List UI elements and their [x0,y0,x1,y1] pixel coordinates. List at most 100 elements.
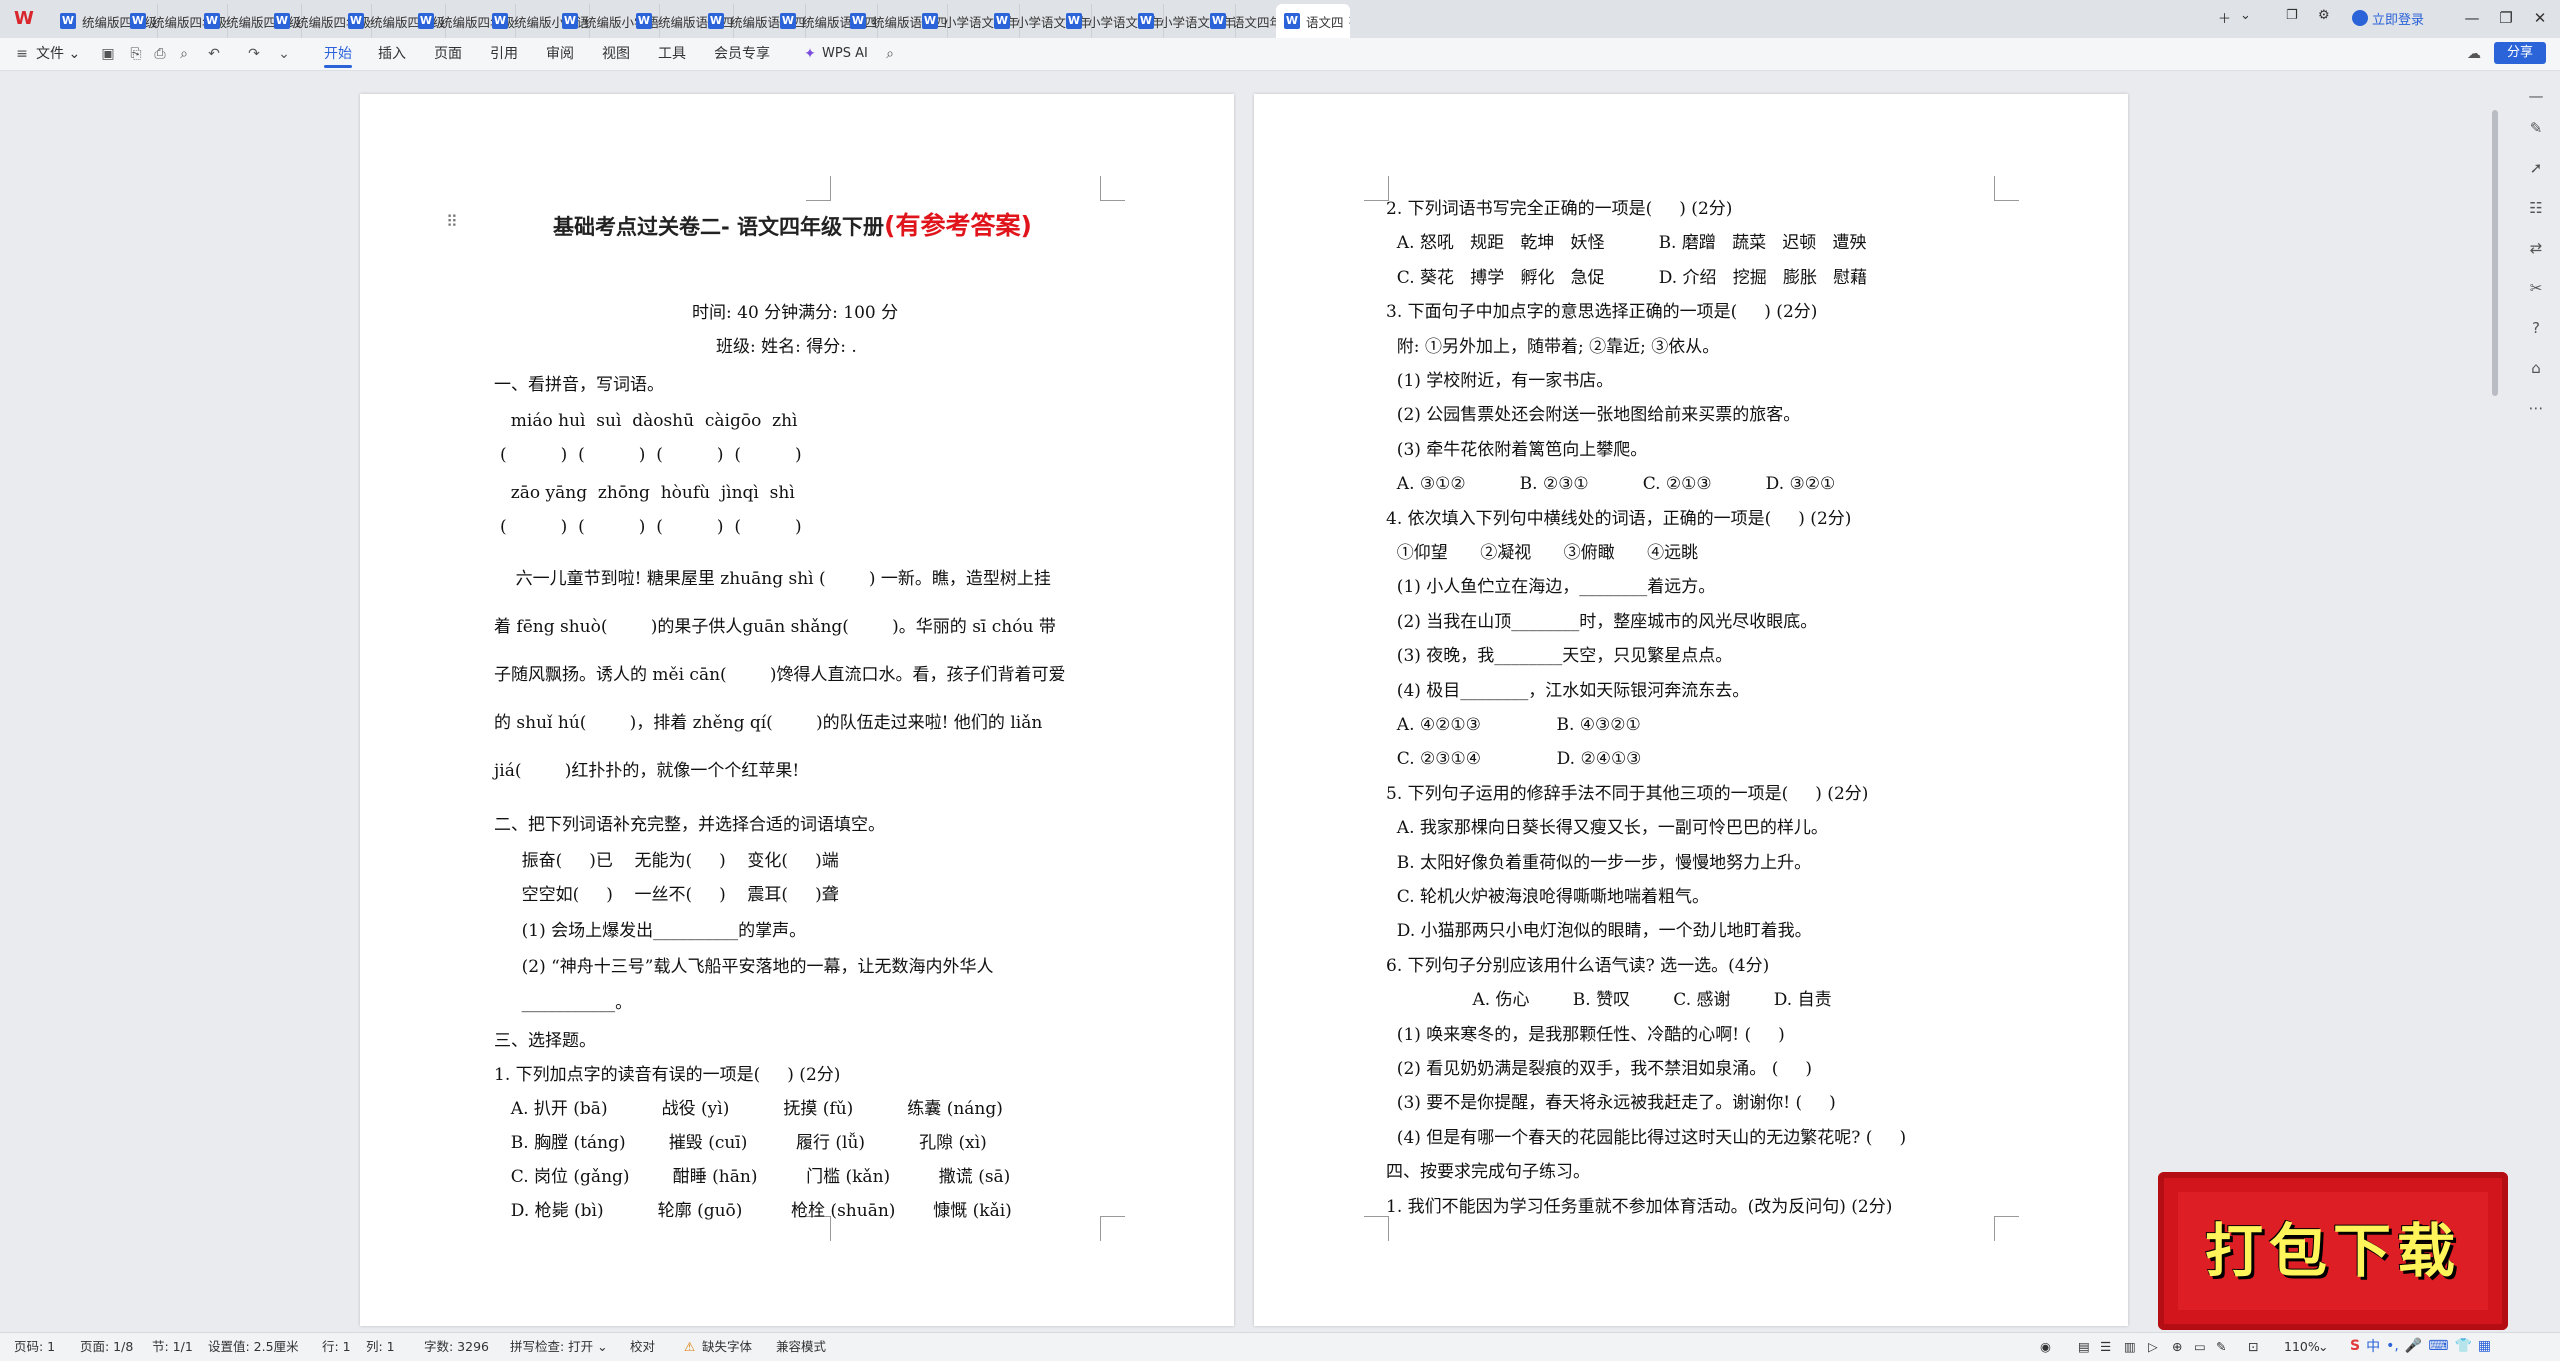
doc-line: ( ) ( ) ( ) ( ) [500,517,802,537]
word-doc-icon: W [780,13,796,29]
menu-icon[interactable]: ≡ [14,46,30,62]
warning-icon: ⚠ [684,1339,696,1354]
status-compat: 兼容模式 [776,1339,827,1354]
word-doc-icon: W [1284,13,1300,29]
select-icon[interactable]: ➚ [2526,158,2546,178]
tab-page[interactable]: 页面 [434,38,462,70]
doc-line: 空空如( ) 一丝不( ) 震耳( )聋 [500,885,839,905]
status-pages[interactable]: 页面: 1/8 [80,1333,133,1361]
word-doc-icon: W [1066,13,1082,29]
doc-line: D. 枪毙 (bì) 轮廓 (guō) 枪栓 (shuān) 慷慨 (kǎi) [500,1201,1012,1221]
word-doc-icon: W [562,13,578,29]
zoom-dropdown-icon[interactable]: ⌄ [2318,1333,2328,1361]
window-restore-icon[interactable]: ❐ [2286,8,2298,23]
doc-line: 三、选择题。 [494,1031,596,1051]
tab-list-icon[interactable]: ⌄ [2240,8,2251,23]
doc-line: (2) 公园售票处还会附送一张地图给前来买票的旅客。 [1386,405,1801,425]
close-tab-icon[interactable]: ✕ [1348,14,1350,29]
tab-reference[interactable]: 引用 [490,38,518,70]
doc-line: zāo yāng zhōng hòufù jìnqì shì [500,483,795,503]
tab-review[interactable]: 审阅 [546,38,574,70]
undo-icon[interactable]: ↶ [206,46,222,62]
ime-toolbar[interactable]: S 中 •, 🎤 ⌨ 👕 ▦ [2350,1334,2491,1358]
shirt-icon[interactable]: ⌂ [2526,358,2546,378]
translate-icon[interactable]: ⇄ [2526,238,2546,258]
pen-icon[interactable]: ✎ [2526,118,2546,138]
fit-page-icon[interactable]: ⊡ [2248,1333,2258,1361]
close-icon[interactable]: ✕ [2528,6,2552,30]
status-missing-font[interactable]: 缺失字体 [702,1333,752,1361]
play-icon[interactable]: ▷ [2148,1333,2158,1361]
word-doc-icon: W [994,13,1010,29]
doc-line: (4) 但是有哪一个春天的花园能比得过这时天山的无边繁花呢? ( ) [1386,1128,1907,1148]
status-words[interactable]: 字数: 3296 [424,1333,489,1361]
tab-document[interactable]: W 语文四 ✕ [1276,4,1350,38]
cloud-sync-icon[interactable]: ☁ [2466,46,2482,62]
status-setting[interactable]: 设置值: 2.5厘米 [208,1333,299,1361]
help-icon[interactable]: ? [2526,318,2546,338]
tab-home[interactable]: 开始 [324,38,352,70]
doc-line: ( ) ( ) ( ) ( ) [500,445,802,465]
right-sidebar: — ✎ ➚ ☷ ⇄ ✂ ? ⌂ ⋯ [2512,72,2560,1332]
doc-line: (1) 会场上爆发出__________的掌声。 [500,921,807,941]
maximize-icon[interactable]: ❐ [2494,6,2518,30]
vertical-scrollbar[interactable] [2492,110,2498,396]
doc-line: 1. 我们不能因为学习任务重就不参加体育活动。(改为反问句) (2分) [1386,1197,1893,1217]
doc-line: (3) 要不是你提醒，春天将永远被我赶走了。谢谢你! ( ) [1386,1093,1836,1113]
web-view-icon[interactable]: ⊕ [2172,1333,2182,1361]
page-view-icon[interactable]: ▤ [2078,1333,2090,1361]
doc-line: 1. 下列加点字的读音有误的一项是( ) (2分) [494,1065,841,1085]
export-pdf-icon[interactable]: ⎘ [128,46,144,62]
search-icon[interactable]: ⌕ [882,46,898,62]
doc-line: 振奋( )已 无能为( ) 变化( )端 [500,851,839,871]
save-icon[interactable]: ▣ [100,46,116,62]
skin-icon[interactable]: ⚙ [2318,8,2330,23]
more-dots-icon[interactable]: ⋯ [2526,398,2546,418]
settings-icon[interactable]: ☷ [2526,198,2546,218]
status-proof[interactable]: 校对 [630,1333,655,1361]
crop-mark [1364,1216,1389,1241]
doc-line: 附: ①另外加上，随带着; ②靠近; ③依从。 [1386,337,1720,357]
wps-logo-icon[interactable]: W [14,9,36,29]
file-menu[interactable]: 文件 ⌄ [36,38,80,70]
exam-info-class: 班级: 姓名: 得分: . [716,337,857,357]
wps-ai-button[interactable]: WPS AI [822,38,868,70]
grid-icon: ▦ [2477,1338,2492,1354]
sogou-logo-icon: S [2350,1338,2361,1354]
download-banner[interactable]: 打包下载 [2158,1172,2508,1330]
eye-icon[interactable]: ◉ [2040,1333,2051,1361]
doc-line: 2. 下列词语书写完全正确的一项是( ) (2分) [1386,199,1733,219]
collapse-icon[interactable]: — [2526,86,2546,106]
tab-member[interactable]: 会员专享 [714,38,770,70]
new-tab-icon[interactable]: ＋ [2218,8,2231,27]
more-icon[interactable]: ⌄ [276,46,292,62]
zoom-level[interactable]: 110% [2284,1333,2320,1361]
word-doc-icon: W [130,13,146,29]
doc-line: 一、看拼音，写词语。 [494,375,664,395]
doc-line: 4. 依次填入下列句中横线处的词语，正确的一项是( ) (2分) [1386,509,1852,529]
login-button[interactable]: 立即登录 [2352,7,2424,29]
redo-icon[interactable]: ↷ [246,46,262,62]
minimize-icon[interactable]: — [2460,6,2484,30]
tools-icon[interactable]: ✂ [2526,278,2546,298]
tab-tools[interactable]: 工具 [658,38,686,70]
avatar-icon [2352,10,2368,26]
edit-icon[interactable]: ✎ [2216,1333,2226,1361]
doc-line: 3. 下面句子中加点字的意思选择正确的一项是( ) (2分) [1386,302,1818,322]
share-button[interactable]: 分享 [2494,42,2546,64]
doc-line: ___________。 [500,993,633,1013]
outline-view-icon[interactable]: ☰ [2100,1333,2111,1361]
word-doc-icon: W [60,13,76,29]
split-view-icon[interactable]: ▥ [2124,1333,2136,1361]
read-mode-icon[interactable]: ▭ [2194,1333,2206,1361]
status-spellcheck[interactable]: 拼写检查: 打开 ⌄ [510,1333,608,1361]
doc-line: A. 伤心 B. 赞叹 C. 感谢 D. 自责 [1386,990,1832,1010]
doc-line: 子随风飘扬。诱人的 měi cān( )馋得人直流口水。看，孩子们背着可爱 [494,665,1066,685]
tab-insert[interactable]: 插入 [378,38,406,70]
doc-line: jiá( )红扑扑的，就像一个个红苹果! [494,761,800,781]
print-icon[interactable]: ⎙ [152,46,168,62]
status-page[interactable]: 页码: 1 [14,1333,55,1361]
tab-view[interactable]: 视图 [602,38,630,70]
print-preview-icon[interactable]: ⌕ [176,46,192,62]
drag-handle-icon[interactable]: ⠿ [446,212,458,231]
